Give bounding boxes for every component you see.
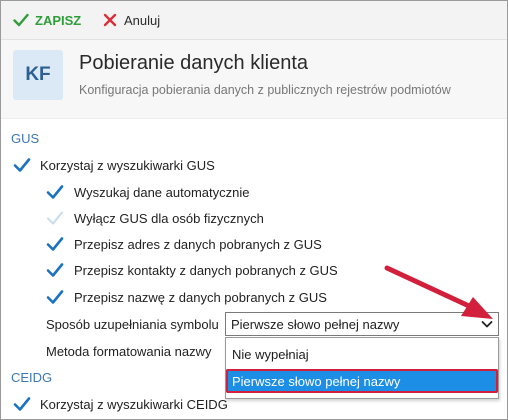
check-icon [13,13,29,27]
checkmark-icon [46,288,64,306]
checkbox-label: Wyłącz GUS dla osób fizycznych [74,210,264,226]
checkbox-auto-search[interactable]: Wyszukaj dane automatycznie [46,182,249,202]
format-field-label: Metoda formatowania nazwy [46,344,212,359]
checkbox-use-ceidg[interactable]: Korzystaj z wyszukiwarki CEIDG [13,394,228,414]
cancel-button[interactable]: Anuluj [103,11,160,29]
checkbox-label: Przepisz adres z danych pobranych z GUS [74,236,322,252]
checkbox-label: Korzystaj z wyszukiwarki GUS [40,157,215,173]
save-button[interactable]: ZAPISZ [13,11,81,29]
page-title: Pobieranie danych klienta [79,52,309,74]
checkbox-disable-gus-persons[interactable]: Wyłącz GUS dla osób fizycznych [46,208,264,228]
checkmark-icon [13,395,31,413]
page-header: KF Pobieranie danych klienta Konfiguracj… [1,40,507,119]
symbol-dropdown-list: Nie wypełniaj Pierwsze słowo pełnej nazw… [225,337,499,399]
checkmark-icon [46,183,64,201]
checkmark-disabled-icon [46,209,64,227]
checkbox-copy-contacts[interactable]: Przepisz kontakty z danych pobranych z G… [46,260,338,280]
red-arrow-icon [384,265,493,319]
checkbox-copy-name[interactable]: Przepisz nazwę z danych pobranych z GUS [46,287,327,307]
cancel-button-label: Anuluj [124,12,161,28]
section-label-ceidg: CEIDG [11,370,53,385]
checkbox-use-gus[interactable]: Korzystaj z wyszukiwarki GUS [13,155,215,175]
checkmark-icon [46,261,64,279]
page-subtitle: Konfiguracja pobierania danych z publicz… [79,83,451,97]
checkbox-label: Przepisz nazwę z danych pobranych z GUS [74,289,327,305]
checkmark-icon [13,156,31,174]
dropdown-option[interactable]: Nie wypełniaj [226,342,498,366]
symbol-field-label: Sposób uzupełniania symbolu [46,317,219,332]
section-label-gus: GUS [11,131,40,146]
checkbox-label: Wyszukaj dane automatycznie [74,184,250,200]
checkmark-icon [46,235,64,253]
save-button-label: ZAPISZ [35,12,82,28]
x-icon [103,13,117,27]
toolbar: ZAPISZ Anuluj [1,1,507,40]
dropdown-option-label: Pierwsze słowo pełnej nazwy [232,373,401,389]
select-value: Pierwsze słowo pełnej nazwy [231,316,400,332]
checkbox-label: Przepisz kontakty z danych pobranych z G… [74,262,338,278]
module-badge: KF [13,50,63,100]
dropdown-option-highlighted[interactable]: Pierwsze słowo pełnej nazwy [226,369,498,393]
checkbox-copy-address[interactable]: Przepisz adres z danych pobranych z GUS [46,234,322,254]
checkbox-label: Korzystaj z wyszukiwarki CEIDG [40,396,228,412]
dropdown-option-label: Nie wypełniaj [232,346,309,362]
window-frame: ZAPISZ Anuluj KF Pobieranie danych klien… [0,0,508,420]
